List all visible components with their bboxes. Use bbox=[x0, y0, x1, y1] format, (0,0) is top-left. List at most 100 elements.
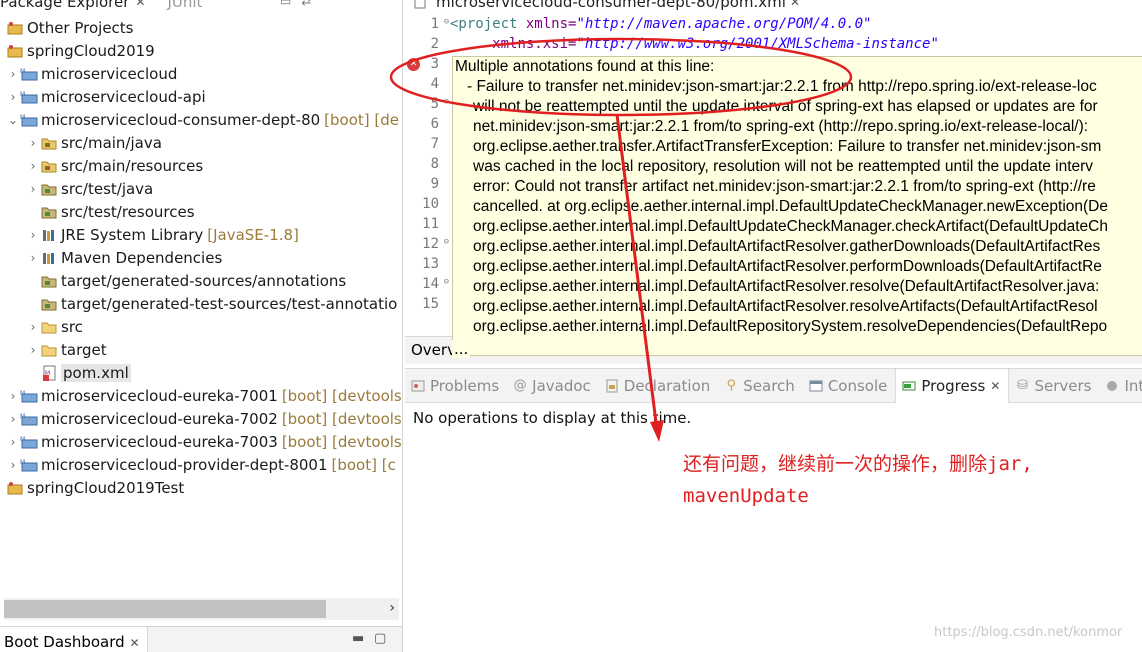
chevron-right-icon[interactable]: › bbox=[6, 458, 20, 472]
chevron-right-icon[interactable]: › bbox=[6, 90, 20, 104]
tab-internal-browser[interactable]: Interna bbox=[1099, 369, 1142, 403]
hover-line: was cached in the local repository, reso… bbox=[473, 158, 1094, 175]
library-icon bbox=[40, 227, 58, 243]
tree-item-source-folder[interactable]: target/generated-test-sources/test-annot… bbox=[0, 292, 402, 315]
tab-search[interactable]: ⚲ Search bbox=[718, 369, 803, 403]
scrollbar-thumb[interactable] bbox=[4, 600, 326, 618]
tree-item-project-expanded[interactable]: ⌄ M microservicecloud-consumer-dept-80 [… bbox=[0, 108, 402, 131]
code-area[interactable]: <project xmlns="http://maven.apache.org/… bbox=[450, 16, 939, 56]
fold-icon[interactable]: ⊖ bbox=[444, 277, 449, 287]
tab-problems[interactable]: Problems bbox=[405, 369, 507, 403]
tree-item-label: target/generated-test-sources/test-annot… bbox=[61, 294, 398, 313]
close-icon[interactable]: ✕ bbox=[990, 379, 1000, 393]
close-icon[interactable]: ✕ bbox=[790, 0, 800, 9]
maximize-icon[interactable]: ▢ bbox=[374, 631, 386, 646]
fold-icon[interactable]: ⊖ bbox=[444, 97, 449, 107]
close-icon[interactable]: ✕ bbox=[135, 0, 145, 9]
overview-tab-label: Overv bbox=[411, 341, 456, 359]
tab-label: Problems bbox=[430, 376, 500, 395]
tree-item-label: pom.xml bbox=[61, 363, 131, 382]
horizontal-scrollbar[interactable]: › bbox=[4, 598, 399, 620]
tree-item-source-folder[interactable]: src/test/resources bbox=[0, 200, 402, 223]
line-number-text: 3 bbox=[430, 56, 439, 72]
tab-servers[interactable]: ⛁ Servers bbox=[1009, 369, 1099, 403]
tree-item-source-folder[interactable]: › src/main/java bbox=[0, 131, 402, 154]
hover-line: org.eclipse.aether.internal.impl.Default… bbox=[473, 298, 1098, 315]
tree-item-source-folder[interactable]: target/generated-sources/annotations bbox=[0, 269, 402, 292]
tree-item-source-folder[interactable]: › src/test/java bbox=[0, 177, 402, 200]
chevron-right-icon[interactable]: › bbox=[389, 600, 395, 616]
editor-tab[interactable]: microservicecloud-consumer-dept-80/pom.x… bbox=[411, 0, 800, 12]
tree-item-project[interactable]: › M microservicecloud-eureka-7001 [boot]… bbox=[0, 384, 402, 407]
xml-tag: <project bbox=[450, 16, 526, 32]
xml-file-error-icon: M bbox=[40, 365, 58, 381]
folder-icon bbox=[40, 342, 58, 358]
tab-declaration[interactable]: Declaration bbox=[599, 369, 718, 403]
tree-item-folder[interactable]: › target bbox=[0, 338, 402, 361]
package-explorer-tab[interactable]: Package Explorer ✕ JUnit bbox=[0, 0, 202, 12]
junit-tab[interactable]: JUnit bbox=[167, 0, 202, 11]
library-icon bbox=[40, 250, 58, 266]
tab-javadoc[interactable]: @ Javadoc bbox=[507, 369, 599, 403]
xml-file-icon bbox=[411, 0, 429, 10]
project-tree: Other Projects springCloud2019 › M micro… bbox=[0, 16, 402, 499]
tab-console[interactable]: Console bbox=[803, 369, 896, 403]
tree-item-library[interactable]: › Maven Dependencies bbox=[0, 246, 402, 269]
minimize-icon[interactable]: ▬ bbox=[352, 631, 364, 646]
close-icon[interactable]: ✕ bbox=[129, 636, 139, 650]
project-decoration: [boot] [c bbox=[331, 455, 396, 474]
console-icon bbox=[809, 379, 823, 393]
tree-item-label: microservicecloud-provider-dept-8001 bbox=[41, 455, 328, 474]
tree-item-springcloud2019[interactable]: springCloud2019 bbox=[0, 39, 402, 62]
chevron-right-icon[interactable]: › bbox=[26, 182, 40, 196]
tree-item-source-folder[interactable]: › src/main/resources bbox=[0, 154, 402, 177]
progress-icon bbox=[902, 379, 916, 393]
line-number: 2 bbox=[405, 36, 449, 56]
tree-item-label: src/main/java bbox=[61, 133, 162, 152]
chevron-right-icon[interactable]: › bbox=[6, 67, 20, 81]
chevron-right-icon[interactable]: › bbox=[26, 320, 40, 334]
tree-item-label: springCloud2019 bbox=[27, 41, 155, 60]
fold-icon[interactable]: ⊖ bbox=[444, 17, 449, 27]
test-source-folder-icon bbox=[40, 181, 58, 197]
chevron-right-icon[interactable]: › bbox=[6, 435, 20, 449]
tree-item-project[interactable]: › M microservicecloud bbox=[0, 62, 402, 85]
tab-progress[interactable]: Progress ✕ bbox=[895, 368, 1010, 403]
tree-item-library[interactable]: › JRE System Library [JavaSE-1.8] bbox=[0, 223, 402, 246]
tree-item-pom-xml[interactable]: M pom.xml bbox=[0, 361, 402, 384]
chevron-right-icon[interactable]: › bbox=[6, 412, 20, 426]
error-icon[interactable]: ✕ bbox=[407, 58, 420, 71]
search-icon: ⚲ bbox=[726, 378, 737, 393]
chevron-right-icon[interactable]: › bbox=[6, 389, 20, 403]
project-decoration: [boot] [devtools bbox=[281, 409, 402, 428]
hover-line: org.eclipse.aether.internal.impl.Default… bbox=[473, 218, 1108, 235]
chevron-right-icon[interactable]: › bbox=[26, 136, 40, 150]
tree-item-folder[interactable]: › src bbox=[0, 315, 402, 338]
fold-icon[interactable]: ⊖ bbox=[444, 237, 449, 247]
chevron-down-icon[interactable]: ⌄ bbox=[6, 113, 20, 127]
tree-item-label: JRE System Library bbox=[61, 225, 204, 244]
tree-item-springcloud2019test[interactable]: springCloud2019Test bbox=[0, 476, 402, 499]
link-with-editor-icon[interactable]: ⇄ bbox=[301, 0, 311, 8]
chevron-right-icon[interactable]: › bbox=[26, 228, 40, 242]
chevron-right-icon[interactable]: › bbox=[26, 251, 40, 265]
hover-more-link[interactable]: ... bbox=[452, 340, 471, 358]
line-number: 14 ⊖ bbox=[405, 276, 449, 296]
line-number: 15 bbox=[405, 296, 449, 316]
chevron-right-icon[interactable]: › bbox=[26, 343, 40, 357]
collapse-all-icon[interactable]: ▭ bbox=[280, 0, 291, 8]
tree-item-project[interactable]: › M microservicecloud-api bbox=[0, 85, 402, 108]
tab-label: Javadoc bbox=[532, 376, 591, 395]
tree-item-other-projects[interactable]: Other Projects bbox=[0, 16, 402, 39]
tree-item-project[interactable]: › M microservicecloud-eureka-7003 [boot]… bbox=[0, 430, 402, 453]
line-number-gutter: 1 ⊖ 2 ✕ 3 4 5 ⊖ 6 7 8 9 10 11 12 ⊖ 13 14 ⊖ 15 bbox=[405, 16, 449, 316]
tree-item-project[interactable]: › M microservicecloud-eureka-7002 [boot]… bbox=[0, 407, 402, 430]
line-number-text: 11 bbox=[422, 216, 439, 232]
tree-item-label: target bbox=[61, 340, 107, 359]
line-number-text: 6 bbox=[430, 116, 439, 132]
javadoc-icon: @ bbox=[513, 378, 527, 393]
maven-project-icon: M bbox=[20, 89, 38, 105]
chevron-right-icon[interactable]: › bbox=[26, 159, 40, 173]
tree-item-project[interactable]: › M microservicecloud-provider-dept-8001… bbox=[0, 453, 402, 476]
overview-tab[interactable]: Overv bbox=[411, 341, 456, 359]
